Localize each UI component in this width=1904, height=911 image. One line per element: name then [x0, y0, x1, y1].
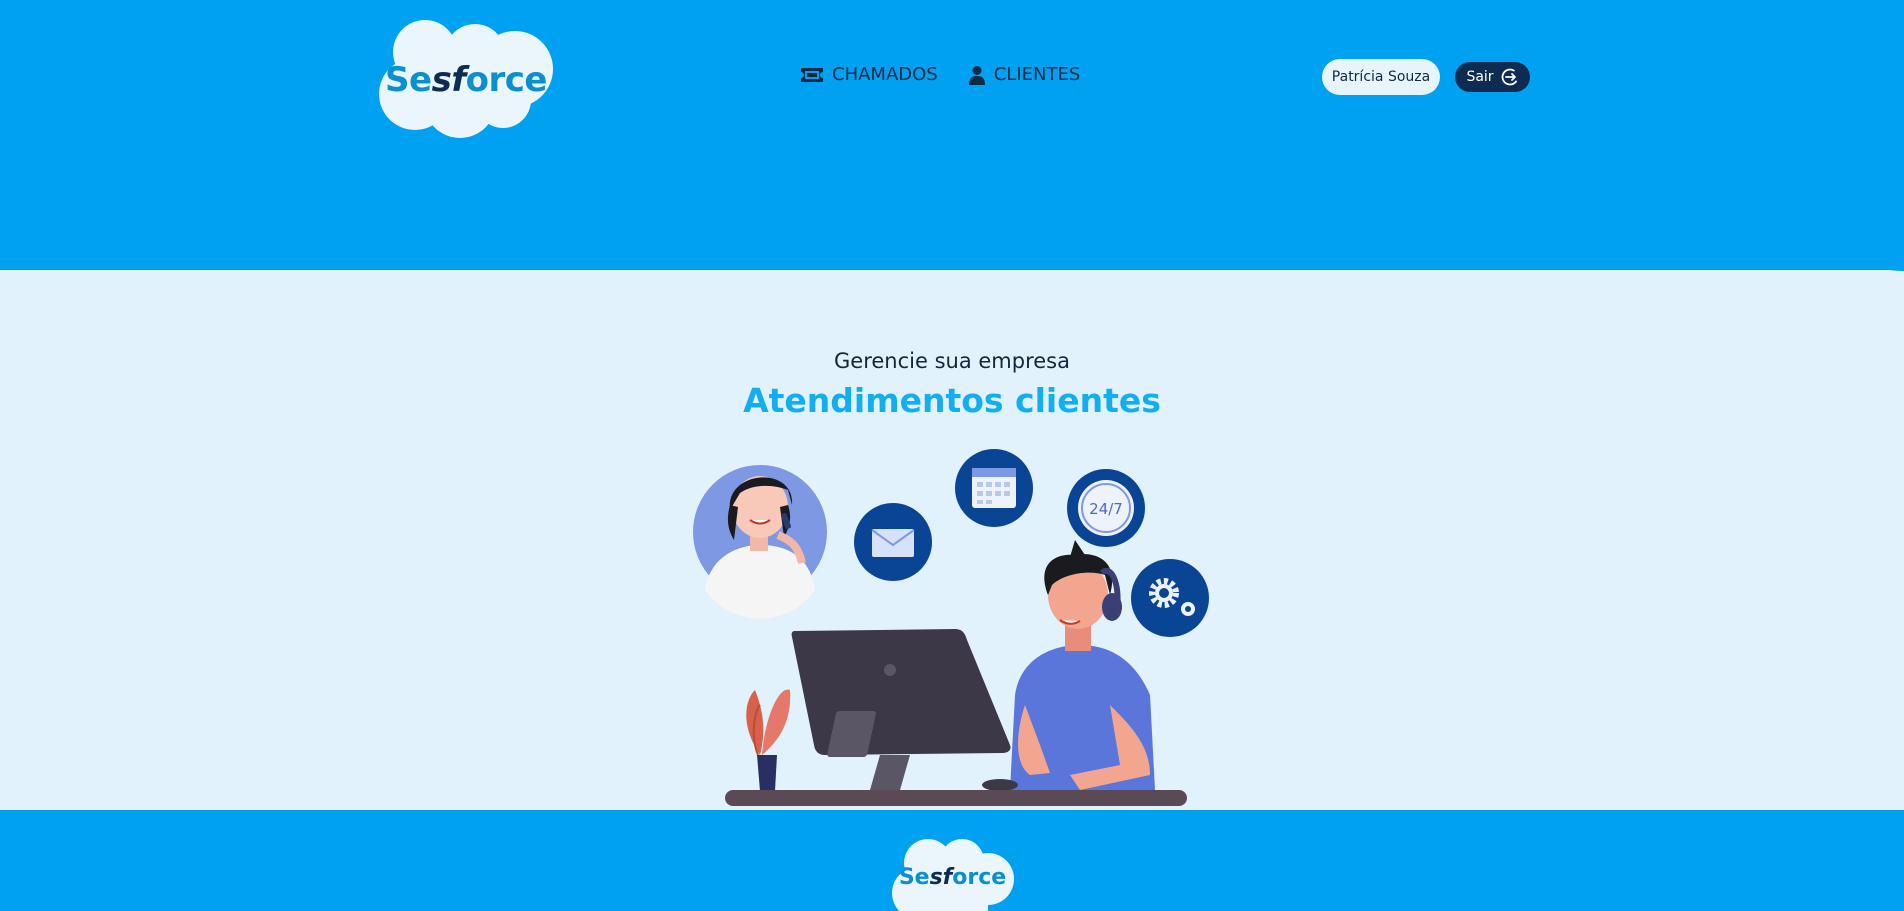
clock-247-icon: 24/7 [1067, 469, 1145, 547]
logo-text: Sesforce [385, 60, 547, 100]
footer-logo[interactable]: Sesforce [890, 835, 1015, 911]
hero-subtitle: Gerencie sua empresa [834, 349, 1070, 373]
plant-icon [746, 689, 791, 791]
support-illustration: 24/7 [693, 449, 1209, 806]
user-name: Patrícia Souza [1331, 69, 1431, 85]
logout-icon [1501, 68, 1518, 86]
nav-item-label: CHAMADOS [832, 64, 938, 85]
nav-item-clientes[interactable]: CLIENTES [968, 64, 1081, 85]
clock-247-label: 24/7 [1089, 500, 1123, 518]
mail-icon [854, 503, 932, 581]
user-icon [968, 65, 985, 85]
computer-monitor-icon [791, 629, 1011, 790]
nav-item-label: CLIENTES [993, 64, 1081, 85]
logout-button[interactable]: Sair [1455, 62, 1530, 92]
logout-label: Sair [1466, 69, 1494, 85]
customer-avatar-icon [693, 465, 827, 619]
calendar-icon [955, 449, 1033, 527]
agent-person-icon [1010, 540, 1155, 790]
hero-title: Atendimentos clientes [743, 381, 1161, 420]
gears-icon [1131, 559, 1209, 637]
brand-logo[interactable]: Sesforce [375, 14, 557, 140]
nav-item-chamados[interactable]: CHAMADOS [800, 64, 938, 85]
footer-logo-text: Sesforce [898, 865, 1007, 890]
user-name-badge[interactable]: Patrícia Souza [1322, 59, 1440, 95]
main-nav: CHAMADOS CLIENTES [800, 64, 1080, 85]
ticket-icon [801, 67, 823, 82]
header-wave [0, 225, 1904, 271]
